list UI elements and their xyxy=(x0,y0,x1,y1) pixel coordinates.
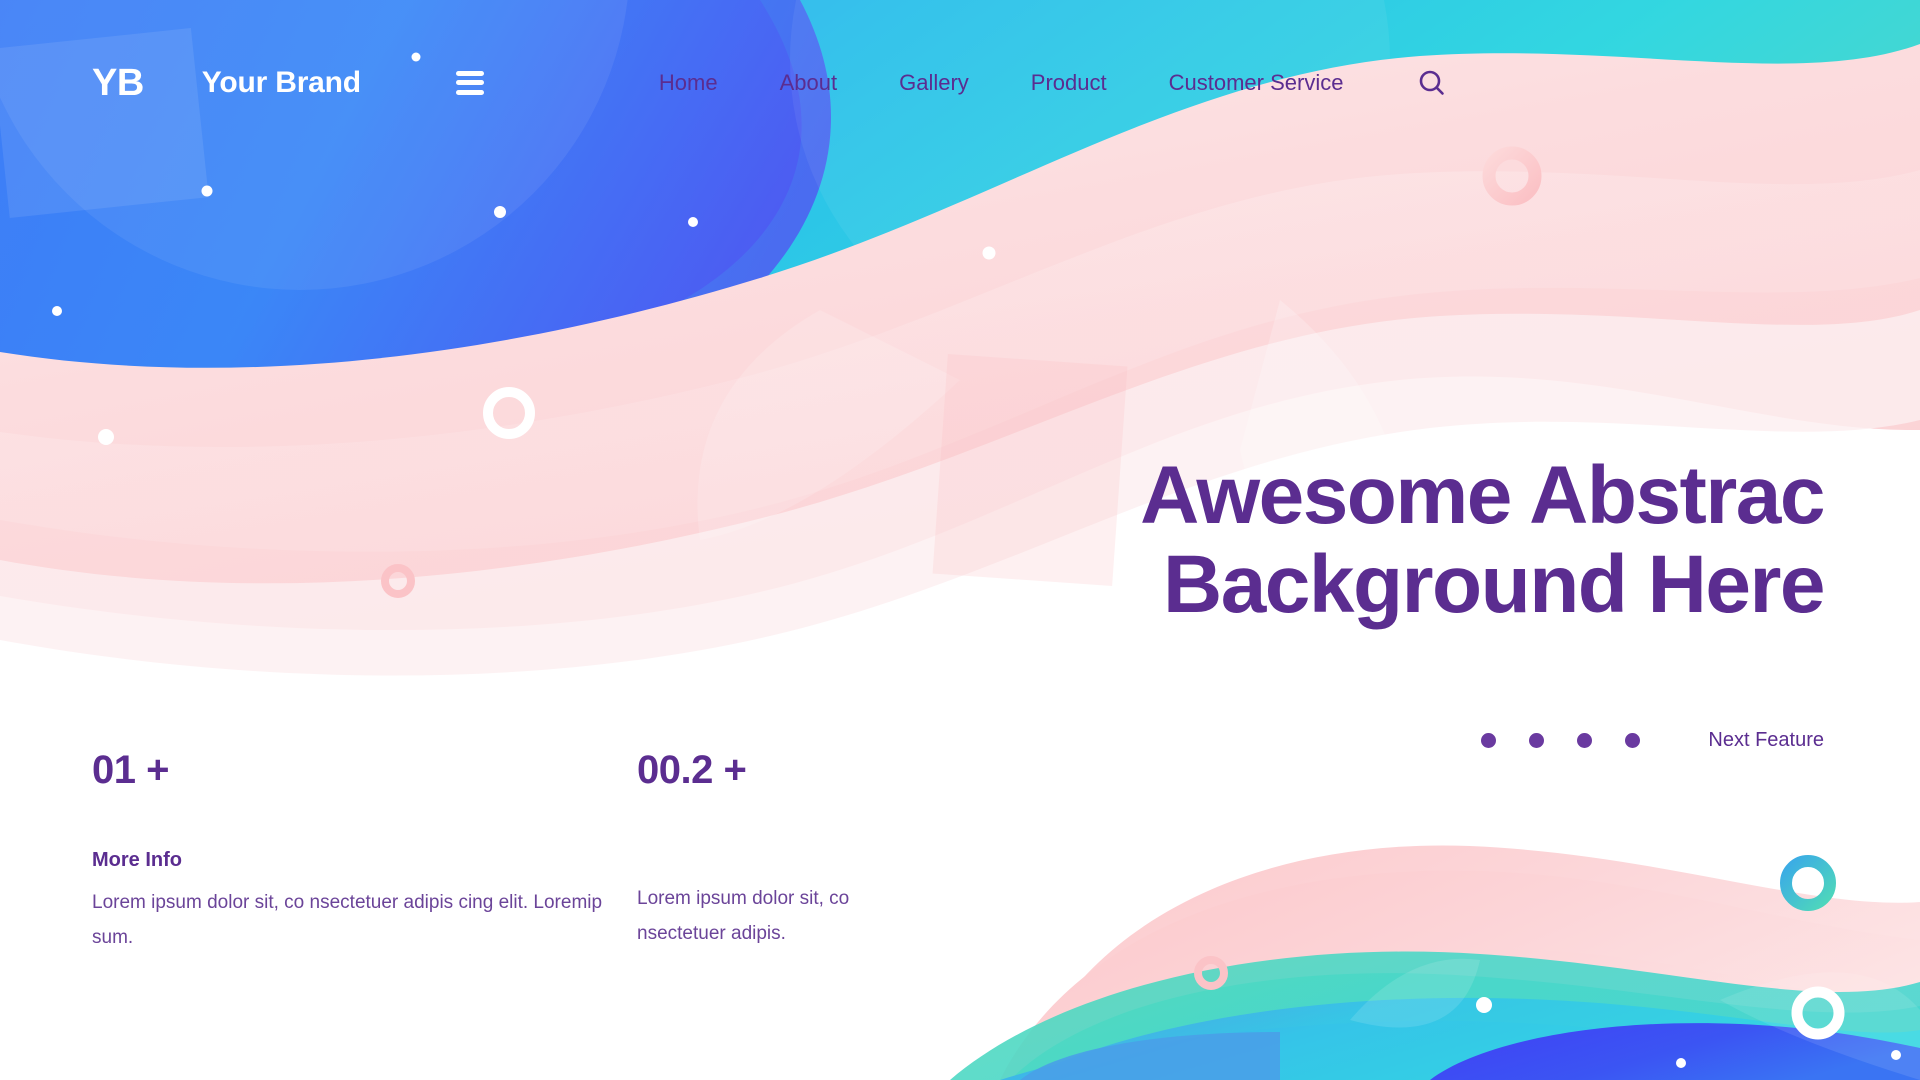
carousel-dot-3[interactable] xyxy=(1577,732,1593,748)
nav-item-gallery[interactable]: Gallery xyxy=(899,71,969,94)
bg-accent-leaf-d xyxy=(1350,958,1480,1028)
stats-section: 01 + More Info Lorem ipsum dolor sit, co… xyxy=(92,750,937,955)
decor-dot-9 xyxy=(1676,1058,1686,1068)
stat-column-2: 00.2 + Lorem ipsum dolor sit, co nsectet… xyxy=(637,750,937,955)
decor-dot-6 xyxy=(982,246,996,260)
decor-dot-8 xyxy=(1476,997,1492,1013)
decor-dot-7 xyxy=(98,429,114,445)
hero-headline: Awesome Abstrac Background Here xyxy=(1140,450,1826,630)
decor-ring-teal-bottom-right xyxy=(1780,855,1836,911)
decor-ring-white-bottom-right xyxy=(1791,986,1845,1040)
decor-dot-5 xyxy=(688,217,698,227)
carousel-dots xyxy=(1481,732,1673,748)
hamburger-bar-2 xyxy=(455,80,484,85)
hero-headline-line-2: Background Here xyxy=(1162,538,1826,630)
decor-ring-pink-left xyxy=(381,564,415,598)
hamburger-bar-1 xyxy=(455,70,484,76)
brand-name: Your Brand xyxy=(201,65,361,99)
decor-dot-4 xyxy=(52,306,62,316)
site-header: YB Your Brand Home About Gallery Product… xyxy=(0,0,1920,165)
logo-mark: YB xyxy=(92,61,144,104)
nav-item-home[interactable]: Home xyxy=(659,71,718,94)
carousel-dot-4[interactable] xyxy=(1625,732,1641,748)
bg-wave-bottom-blue xyxy=(1430,1023,1920,1080)
decor-ring-white-left xyxy=(483,387,535,439)
decor-ring-pink-bottom xyxy=(1194,956,1228,990)
landing-page: YB Your Brand Home About Gallery Product… xyxy=(0,0,1920,1080)
nav-item-customer-service[interactable]: Customer Service xyxy=(1169,71,1344,94)
stat-value-1: 01 + xyxy=(92,748,169,792)
hamburger-icon[interactable] xyxy=(455,70,484,95)
hero-headline-line-1: Awesome Abstrac xyxy=(1140,450,1825,541)
stat-column-1: 01 + More Info Lorem ipsum dolor sit, co… xyxy=(92,750,637,955)
bg-wave-bottom-pink2 xyxy=(1020,845,1920,1080)
bg-wave-bottom-cyan2 xyxy=(1020,997,1920,1080)
bg-wave-bottom-left-blue xyxy=(1020,1032,1280,1080)
stat-body-1: Lorem ipsum dolor sit, co nsectetuer adi… xyxy=(92,892,603,948)
bg-wave-bottom-teal xyxy=(1010,973,1920,1080)
bg-accent-leaf-c xyxy=(1720,972,1920,1080)
stat-heading-1: More Info xyxy=(92,849,182,871)
decor-dot-3 xyxy=(494,206,506,218)
carousel-dot-2[interactable] xyxy=(1529,732,1545,748)
carousel-dot-1[interactable] xyxy=(1481,732,1497,748)
brand-block[interactable]: YB Your Brand xyxy=(92,64,361,102)
nav-item-product[interactable]: Product xyxy=(1031,71,1107,94)
bg-wave-bottom-pink xyxy=(1000,870,1920,1080)
search-icon[interactable] xyxy=(1415,66,1449,100)
next-feature-link[interactable]: Next Feature xyxy=(1708,730,1824,750)
stat-value-2: 00.2 + xyxy=(637,748,747,792)
bg-accent-leaf-a xyxy=(1340,740,1810,1010)
carousel-controls: Next Feature xyxy=(1481,730,1824,750)
stat-body-2: Lorem ipsum dolor sit, co nsectetuer adi… xyxy=(637,888,850,944)
decor-dot-10 xyxy=(1891,1050,1901,1060)
nav-item-about[interactable]: About xyxy=(780,71,838,94)
hamburger-bar-3 xyxy=(455,89,484,95)
decor-dot-2 xyxy=(201,185,213,197)
bg-wave-bottom-cyan xyxy=(1000,1020,1920,1080)
bg-accent-arc-pink-b xyxy=(697,310,960,540)
bg-accent-rect-b xyxy=(932,353,1128,587)
main-navigation: Home About Gallery Product Customer Serv… xyxy=(659,71,1344,94)
bg-wave-bottom-teal2 xyxy=(950,951,1920,1080)
